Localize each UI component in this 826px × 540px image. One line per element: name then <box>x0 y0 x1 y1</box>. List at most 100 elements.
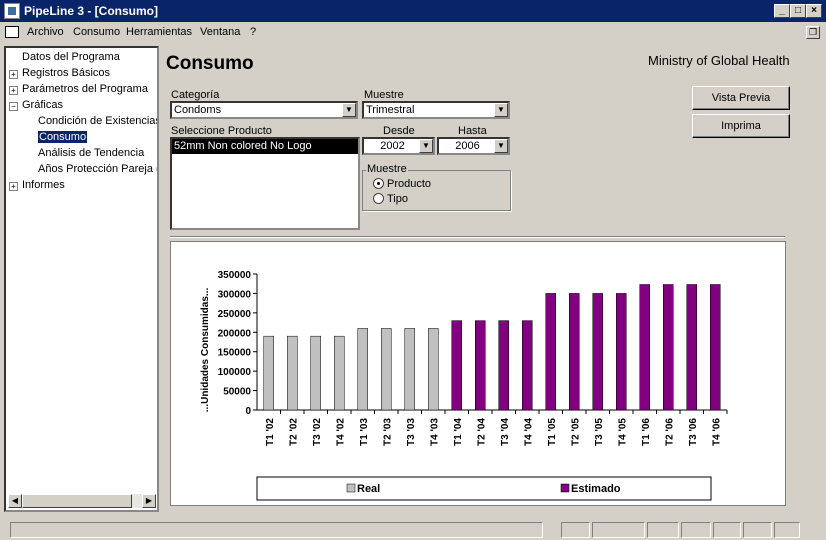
dropdown-arrow-icon[interactable]: ▼ <box>494 103 508 117</box>
close-button[interactable]: × <box>806 4 822 18</box>
tree-item-anos-proteccion[interactable]: Años Protección Pareja (A <box>38 163 157 175</box>
radio-producto-label[interactable]: Producto <box>387 178 431 190</box>
x-tick-label: T2 '02 <box>288 418 299 446</box>
scroll-right-icon[interactable]: ▶ <box>142 494 156 508</box>
producto-list-item[interactable]: 52mm Non colored No Logo <box>172 139 358 154</box>
maximize-button[interactable]: □ <box>790 4 806 18</box>
x-tick-label: T4 '06 <box>711 418 722 446</box>
tree-item-parametros[interactable]: Parámetros del Programa <box>22 83 148 95</box>
scroll-left-icon[interactable]: ◀ <box>8 494 22 508</box>
y-tick-label: 350000 <box>218 270 252 281</box>
menu-herramientas[interactable]: Herramientas <box>126 26 192 38</box>
status-panel <box>713 522 741 538</box>
x-tick-label: T3 '06 <box>688 418 699 446</box>
legend-box <box>256 476 712 501</box>
dropdown-arrow-icon[interactable]: ▼ <box>494 139 508 153</box>
menu-help[interactable]: ? <box>250 26 256 38</box>
y-tick-label: 300000 <box>218 289 252 300</box>
status-panel <box>774 522 800 538</box>
bar-estimado <box>616 293 627 411</box>
x-tick-label: T2 '03 <box>382 418 393 446</box>
status-panel <box>592 522 645 538</box>
dropdown-arrow-icon[interactable]: ▼ <box>419 139 433 153</box>
tree-item-registros-basicos[interactable]: Registros Básicos <box>22 67 110 79</box>
y-tick-label: 250000 <box>218 309 252 320</box>
collapse-icon[interactable]: − <box>9 102 18 111</box>
bar-estimado <box>639 284 650 411</box>
tree-item-consumo[interactable]: Consumo <box>38 131 88 143</box>
tree-item-graficas[interactable]: Gráficas <box>22 99 63 111</box>
app-icon <box>4 3 20 19</box>
tree-horizontal-scrollbar[interactable]: ◀ ▶ <box>8 494 156 508</box>
minimize-button[interactable]: _ <box>774 4 790 18</box>
categoria-label: Categoría <box>171 89 220 101</box>
expand-icon[interactable]: + <box>9 182 18 191</box>
bar-estimado <box>451 320 462 411</box>
x-tick-label: T3 '05 <box>594 418 605 446</box>
bar-real <box>404 328 415 411</box>
status-panel <box>681 522 711 538</box>
menu-ventana[interactable]: Ventana <box>200 26 240 38</box>
expand-icon[interactable]: + <box>9 70 18 79</box>
tree-item-analisis-tendencia[interactable]: Análisis de Tendencia <box>38 147 144 159</box>
tree-item-consumo-label: Consumo <box>38 131 88 143</box>
desde-label: Desde <box>383 125 415 137</box>
muestre-radio-group: Muestre Producto Tipo <box>362 163 511 211</box>
categoria-select[interactable]: Condoms ▼ <box>170 101 358 119</box>
status-bar <box>0 518 826 540</box>
hasta-value: 2006 <box>455 140 480 152</box>
desde-select[interactable]: 2002 ▼ <box>362 137 435 155</box>
bar-estimado <box>545 293 556 411</box>
y-tick-label: 150000 <box>218 348 252 359</box>
window-title: PipeLine 3 - [Consumo] <box>24 4 159 18</box>
y-tick-label: 100000 <box>218 367 252 378</box>
x-tick-label: T4 '03 <box>429 418 440 446</box>
vista-previa-button[interactable]: Vista Previa <box>692 86 790 110</box>
hasta-label: Hasta <box>458 125 487 137</box>
legend-label-estimado: Estimado <box>571 483 621 495</box>
y-tick-label: 0 <box>245 406 251 417</box>
muestre-select[interactable]: Trimestral ▼ <box>362 101 510 119</box>
title-bar: PipeLine 3 - [Consumo] _ □ × <box>0 0 826 22</box>
tree-item-condicion-existencias[interactable]: Condición de Existencias <box>38 115 157 127</box>
radio-producto[interactable] <box>373 178 384 189</box>
bar-estimado <box>522 320 533 411</box>
bar-estimado <box>475 320 486 411</box>
desde-value: 2002 <box>380 140 405 152</box>
radio-tipo-label[interactable]: Tipo <box>387 193 408 205</box>
chart-svg: 350000 300000 250000 200000 150000 100000 5000… <box>200 270 728 501</box>
hasta-select[interactable]: 2006 ▼ <box>437 137 510 155</box>
mdi-restore-button[interactable]: ❐ <box>806 26 820 39</box>
dropdown-arrow-icon[interactable]: ▼ <box>342 103 356 117</box>
muestre-value: Trimestral <box>366 104 415 116</box>
status-panel <box>647 522 679 538</box>
bar-estimado <box>592 293 603 411</box>
menu-consumo[interactable]: Consumo <box>73 26 120 38</box>
bar-real <box>334 335 345 411</box>
imprima-button[interactable]: Imprima <box>692 114 790 138</box>
bar-estimado <box>710 284 721 411</box>
radio-tipo[interactable] <box>373 193 384 204</box>
mdi-window-icon[interactable] <box>5 26 19 38</box>
consumption-chart: 350000 300000 250000 200000 150000 100000 5000… <box>170 241 786 506</box>
bar-real <box>357 328 368 411</box>
page-title: Consumo <box>166 53 254 74</box>
menu-archivo[interactable]: Archivo <box>27 26 64 38</box>
tree-item-informes[interactable]: Informes <box>22 179 65 191</box>
bar-estimado <box>569 293 580 411</box>
bar-real <box>263 335 274 411</box>
legend-swatch-real <box>346 483 356 493</box>
x-tick-label: T2 '04 <box>476 418 487 446</box>
scroll-thumb[interactable] <box>22 494 132 508</box>
x-tick-label: T2 '06 <box>664 418 675 446</box>
tree-item-datos-del-programa[interactable]: Datos del Programa <box>22 51 120 63</box>
y-axis-label: ...Unidades Consumidas... <box>200 288 211 413</box>
producto-listbox[interactable]: 52mm Non colored No Logo <box>170 137 360 230</box>
group-label: Muestre <box>366 163 408 175</box>
status-panel <box>743 522 772 538</box>
ministry-label: Ministry of Global Health <box>648 53 790 68</box>
categoria-value: Condoms <box>174 104 222 116</box>
expand-icon[interactable]: + <box>9 86 18 95</box>
status-panel <box>561 522 590 538</box>
menu-bar: Archivo Consumo Herramientas Ventana ? ❐ <box>0 23 826 43</box>
